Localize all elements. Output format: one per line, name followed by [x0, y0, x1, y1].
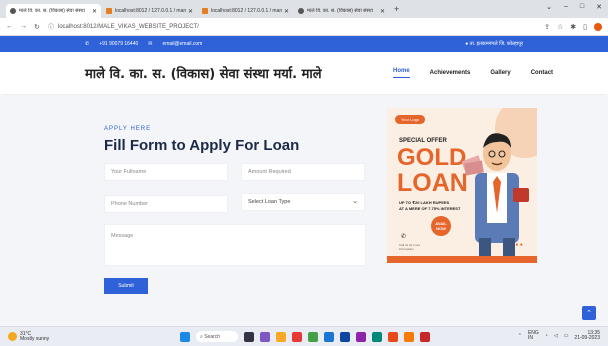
businessman-illustration: [461, 133, 529, 256]
gold-loan-poster: Your Logo SPECIAL OFFER GOLD LOAN UP TO …: [387, 108, 537, 263]
phone-input[interactable]: Phone Number: [104, 195, 228, 213]
xampp-icon[interactable]: [404, 331, 414, 342]
share-icon[interactable]: ⇪: [544, 23, 550, 31]
phone-icon: ✆: [85, 41, 90, 47]
browser-tab-bar: माले वि. का. स. (विकास) सेवा संस्था ✕ lo…: [0, 0, 608, 18]
phpmyadmin-icon: [202, 8, 208, 14]
window-controls: ⌄ – □ ✕: [546, 3, 602, 11]
bookmark-star-icon[interactable]: ☆: [557, 23, 563, 31]
submit-button[interactable]: Submit: [104, 278, 148, 294]
poster-call-text: Call us for more information: [399, 243, 421, 251]
address-bar: ← → ↻ ⓘ localhost:8012/MALE_VIKAS_WEBSIT…: [0, 18, 608, 36]
sun-icon: [8, 332, 17, 341]
location-pin-icon: ●: [465, 41, 469, 47]
section-eyebrow: APPLY HERE: [104, 126, 152, 132]
nav-achievements[interactable]: Achievements: [430, 70, 471, 76]
app-icon[interactable]: [388, 331, 398, 342]
topbar-location: ता. इतकमनंगले जि. कोल्हापूर: [469, 41, 523, 47]
scroll-to-top-button[interactable]: ⌃: [582, 306, 596, 320]
contact-topbar: ✆ +91 90079 16440 ✉ email@email.com ● ता…: [0, 36, 608, 52]
task-view-icon[interactable]: [244, 331, 254, 342]
browser-tab[interactable]: माले वि. का. स. (विकास) सेवा संस्था ✕: [6, 4, 101, 18]
browser-tab[interactable]: माले वि. का. स. (विकास) सेवा संस्था ✕: [294, 4, 389, 18]
poster-logo: Your Logo: [395, 115, 426, 124]
search-icon: ⌕: [200, 333, 203, 340]
poster-line2: AT A MERE OF 7.75% INTEREST: [399, 206, 461, 211]
poster-avail-badge: AVAIL NOW: [431, 216, 451, 236]
weather-widget[interactable]: 31°C Mostly sunny: [0, 331, 49, 342]
poster-gold: GOLD: [397, 144, 467, 171]
info-icon[interactable]: ⓘ: [48, 22, 54, 31]
windows-taskbar: 31°C Mostly sunny ⌕ Search ⌃ ENG IN ◔ ◁ …: [0, 326, 608, 346]
teams-icon[interactable]: [260, 331, 270, 342]
globe-icon: [10, 8, 16, 14]
new-tab-button[interactable]: +: [394, 4, 399, 14]
app-icon[interactable]: [372, 331, 382, 342]
extensions-icon[interactable]: ✱: [570, 23, 576, 31]
site-header: माले वि. का. स. (विकास) सेवा संस्था मर्य…: [0, 52, 608, 94]
phpmyadmin-icon: [106, 8, 112, 14]
browser-tab[interactable]: localhost:8012 / 127.0.0.1 / man ✕: [102, 4, 197, 18]
loan-form-section: APPLY HERE Fill Form to Apply For Loan Y…: [0, 96, 608, 326]
chevron-up-icon: ⌃: [586, 310, 592, 317]
battery-icon[interactable]: ▭: [564, 333, 569, 339]
nav-gallery[interactable]: Gallery: [490, 70, 510, 76]
main-nav: Home Achievements Gallery Contact: [393, 52, 553, 94]
edge-icon[interactable]: [324, 331, 334, 342]
loan-type-select[interactable]: Select Loan Type: [241, 193, 365, 211]
profile-avatar[interactable]: [594, 22, 602, 31]
language-indicator[interactable]: ENG IN: [528, 331, 539, 341]
system-tray: ⌃ ENG IN ◔ ◁ ▭ 13:35 21-09-2023: [518, 331, 600, 341]
site-brand[interactable]: माले वि. का. स. (विकास) सेवा संस्था मर्य…: [85, 64, 322, 82]
app-icon[interactable]: [420, 331, 430, 342]
maximize-icon[interactable]: □: [580, 3, 584, 11]
app-icon[interactable]: [356, 331, 366, 342]
windows-start-icon[interactable]: [180, 331, 190, 342]
chevron-down-icon[interactable]: ⌄: [546, 3, 552, 11]
browser-tab[interactable]: localhost:8012 / 127.0.0.1 / man ✕: [198, 4, 293, 18]
nav-home[interactable]: Home: [393, 68, 410, 78]
minimize-icon[interactable]: –: [564, 3, 568, 11]
sidepanel-icon[interactable]: ▯: [583, 23, 587, 31]
message-textarea[interactable]: Message: [104, 224, 366, 266]
forward-icon[interactable]: →: [20, 23, 27, 31]
fullname-input[interactable]: Your Fullname: [104, 163, 228, 181]
taskbar-apps: ⌕ Search: [180, 331, 430, 342]
app-icon[interactable]: [292, 331, 302, 342]
poster-line1: UP TO ₹20 LAKH RUPEES: [399, 200, 450, 205]
close-tab-icon[interactable]: ✕: [380, 8, 385, 15]
wifi-icon[interactable]: ◔: [545, 333, 548, 339]
vscode-icon[interactable]: [340, 331, 350, 342]
close-tab-icon[interactable]: ✕: [92, 8, 97, 15]
globe-icon: [298, 8, 304, 14]
mail-icon: ✉: [148, 41, 153, 47]
reload-icon[interactable]: ↻: [34, 23, 40, 31]
volume-icon[interactable]: ◁: [554, 333, 558, 339]
topbar-email[interactable]: email@email.com: [162, 41, 202, 47]
phone-icon: ✆: [401, 234, 407, 240]
clock[interactable]: 13:35 21-09-2023: [574, 331, 600, 341]
close-tab-icon[interactable]: ✕: [284, 8, 289, 15]
close-window-icon[interactable]: ✕: [596, 3, 602, 11]
chevron-up-icon[interactable]: ⌃: [518, 333, 522, 339]
back-icon[interactable]: ←: [6, 23, 13, 31]
section-title: Fill Form to Apply For Loan: [104, 137, 300, 154]
url-field[interactable]: localhost:8012/MALE_VIKAS_WEBSITE_PROJEC…: [58, 24, 199, 30]
topbar-phone: +91 90079 16440: [99, 41, 139, 47]
file-explorer-icon[interactable]: [276, 331, 286, 342]
chrome-icon[interactable]: [308, 331, 318, 342]
close-tab-icon[interactable]: ✕: [188, 8, 193, 15]
amount-input[interactable]: Amount Required: [241, 163, 365, 181]
nav-contact[interactable]: Contact: [531, 70, 553, 76]
taskbar-search[interactable]: ⌕ Search: [196, 331, 238, 342]
